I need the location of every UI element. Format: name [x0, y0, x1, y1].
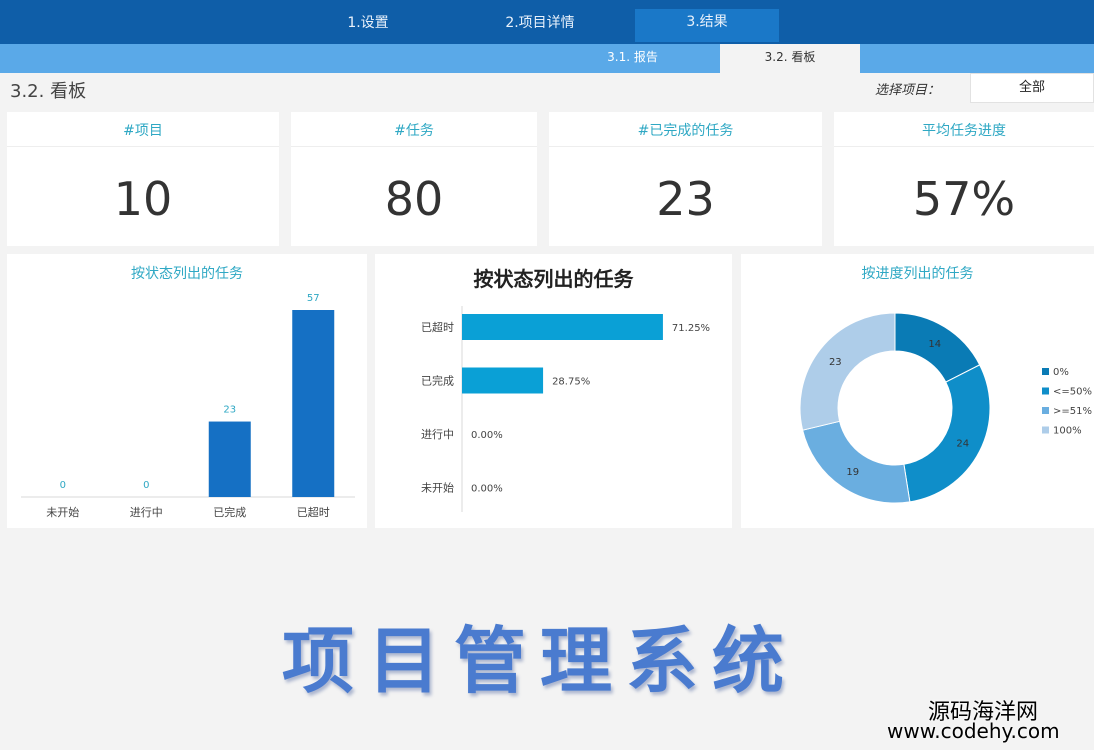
data-label: 28.75% [552, 377, 590, 388]
kpi-value: 10 [113, 172, 173, 226]
divider [291, 146, 537, 147]
tick-label: 已完成 [213, 505, 246, 519]
donut-slice [802, 420, 911, 504]
legend-swatch [1042, 387, 1049, 395]
data-label: 24 [956, 439, 969, 450]
bar [462, 314, 663, 340]
panel-donut: 按进度列出的任务 14 24 19 23 0% <=50% >=51% 100% [741, 254, 1094, 528]
tick-label: 已超时 [297, 505, 330, 519]
tick-label: 未开始 [421, 481, 454, 495]
legend-label: >=51% [1053, 406, 1092, 417]
top-nav-bar: 1.设置 2.项目详情 3.结果 [0, 0, 1094, 44]
divider [834, 146, 1094, 147]
kpi-label: #项目 [123, 123, 163, 139]
panel-hbar: 按状态列出的任务 已超时 71.25% 已完成 28.75% 进行中 0.00% 未开始 0.… [375, 254, 732, 528]
legend-swatch [1042, 368, 1049, 375]
bar [292, 310, 335, 497]
tab-project-details[interactable]: 2.项目详情 [480, 10, 600, 40]
tick-label: 进行中 [421, 428, 454, 441]
subtab-report[interactable]: 3.1. 报告 [580, 44, 685, 73]
tab-settings[interactable]: 1.设置 [320, 10, 416, 40]
data-label: 23 [829, 357, 842, 368]
hbar-chart: 已超时 71.25% 已完成 28.75% 进行中 0.00% 未开始 0.00% [421, 306, 710, 512]
donut-slice [903, 364, 991, 503]
project-select-label: 选择项目： [875, 83, 941, 98]
data-label: 14 [928, 339, 941, 350]
kpi-card-completed: #已完成的任务 23 [549, 112, 822, 246]
kpi-label: 平均任务进度 [922, 123, 1006, 139]
divider [7, 146, 279, 147]
donut-slice [799, 312, 896, 431]
tick-label: 进行中 [130, 506, 163, 519]
watermark-url: www.codehy.com [887, 719, 1060, 743]
donut-chart: 14 24 19 23 0% <=50% >=51% 100% [799, 312, 1092, 504]
data-label: 71.25% [672, 323, 710, 334]
brand-title: 项目管理系统 [281, 619, 798, 703]
bar [208, 421, 251, 497]
data-label: 57 [307, 293, 320, 304]
kpi-value: 23 [656, 172, 715, 226]
bar [462, 367, 544, 394]
data-label: 0.00% [471, 430, 503, 441]
data-label: 0 [143, 480, 149, 491]
kpi-value: 80 [384, 172, 444, 226]
kpi-card-projects: #项目 10 [7, 112, 279, 246]
legend-swatch [1042, 407, 1049, 414]
page-title: 3.2. 看板 [10, 81, 87, 102]
sub-nav-bar: 3.1. 报告 3.2. 看板 [0, 44, 1094, 73]
data-label: 0.00% [471, 484, 503, 495]
legend-label: 0% [1053, 367, 1069, 378]
kpi-label: #已完成的任务 [637, 123, 734, 139]
vbar-chart: 0 未开始 0 进行中 23 已完成 57 已超时 [21, 293, 355, 519]
legend-label: <=50% [1053, 387, 1092, 398]
kpi-card-avg-progress: 平均任务进度 57% [834, 112, 1094, 246]
tab-results[interactable]: 3.结果 [635, 9, 779, 42]
data-label: 0 [60, 480, 66, 491]
legend-label: 100% [1053, 426, 1082, 437]
kpi-label: #任务 [394, 123, 434, 139]
subtab-dashboard[interactable]: 3.2. 看板 [720, 44, 860, 73]
data-label: 23 [223, 405, 236, 416]
panel-vbar: 按状态列出的任务 0 未开始 0 进行中 23 已完成 57 已超时 [7, 254, 367, 528]
tick-label: 已超时 [421, 320, 454, 334]
tick-label: 已完成 [421, 374, 454, 388]
tick-label: 未开始 [46, 505, 79, 519]
data-label: 19 [846, 467, 859, 478]
divider [549, 146, 822, 147]
kpi-card-tasks: #任务 80 [291, 112, 537, 246]
legend-swatch [1042, 426, 1049, 434]
project-select[interactable]: 全部 [970, 73, 1094, 103]
kpi-value: 57% [912, 172, 1016, 226]
